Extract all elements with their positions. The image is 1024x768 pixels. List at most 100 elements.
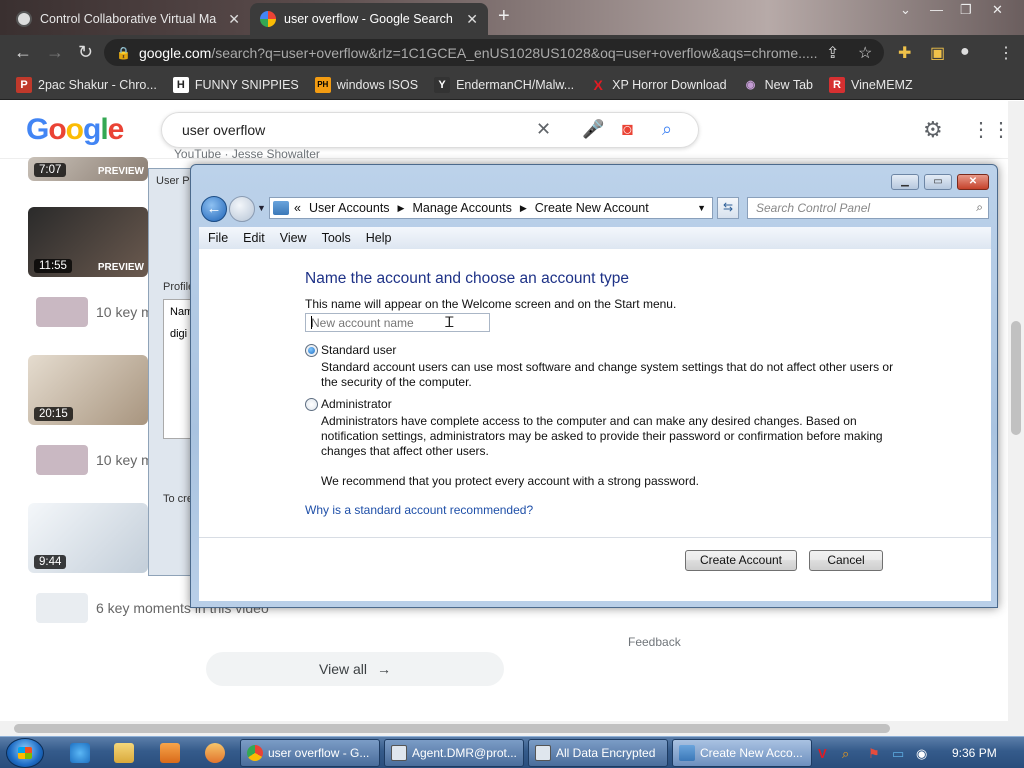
- lens-search-icon[interactable]: ◙: [622, 119, 633, 140]
- video-thumbnail[interactable]: 20:15: [28, 355, 148, 425]
- breadcrumb-create-new-account[interactable]: Create New Account: [535, 201, 649, 215]
- back-icon[interactable]: ←: [14, 42, 32, 63]
- forward-icon[interactable]: →: [46, 42, 64, 63]
- internet-explorer-icon[interactable]: [70, 743, 90, 763]
- google-logo[interactable]: Google: [26, 113, 124, 147]
- bookmark-new-tab[interactable]: ◉ New Tab: [743, 77, 813, 93]
- clock[interactable]: 9:36 PM: [952, 746, 997, 760]
- menu-tools[interactable]: Tools: [322, 231, 351, 245]
- extensions-puzzle-icon[interactable]: ✚: [898, 43, 911, 63]
- share-icon[interactable]: ⇪: [826, 43, 839, 63]
- scrollbar-thumb[interactable]: [14, 724, 890, 733]
- chrome-menu-icon[interactable]: ⋮: [998, 43, 1014, 63]
- close-tab-icon[interactable]: ✕: [228, 11, 240, 28]
- bookmark-favicon-icon: X: [593, 76, 603, 93]
- taskbar-create-new-account[interactable]: Create New Acco...: [672, 739, 812, 767]
- bookmark-2pac[interactable]: P 2pac Shakur - Chro...: [16, 76, 157, 93]
- breadcrumb-overflow[interactable]: «: [294, 201, 301, 215]
- create-account-button[interactable]: Create Account: [685, 550, 797, 571]
- video-thumbnail[interactable]: 11:55 PREVIEW: [28, 207, 148, 277]
- create-new-account-window[interactable]: ▁ ▭ ✕ ← ▼ « User Accounts ▶ Manage Accou…: [190, 164, 998, 608]
- folder-icon[interactable]: [114, 743, 134, 763]
- breadcrumb-user-accounts[interactable]: User Accounts: [309, 201, 390, 215]
- maximize-icon[interactable]: ▭: [924, 174, 952, 190]
- profile-row[interactable]: digi: [170, 328, 187, 340]
- address-bar[interactable]: 🔒 google.com /search?q=user+overflow&rlz…: [104, 39, 884, 66]
- restore-icon[interactable]: ❐: [960, 2, 972, 18]
- minimize-icon[interactable]: ▁: [891, 174, 919, 190]
- browser-tab-google-search[interactable]: user overflow - Google Search ✕: [250, 3, 488, 35]
- menu-edit[interactable]: Edit: [243, 231, 265, 245]
- taskbar-chrome[interactable]: user overflow - G...: [240, 739, 380, 767]
- reload-icon[interactable]: ↻: [78, 42, 93, 63]
- refresh-icon[interactable]: ⇆: [717, 197, 739, 219]
- tray-v-icon[interactable]: V: [818, 746, 827, 761]
- search-icon[interactable]: ⌕: [976, 200, 983, 215]
- gear-icon[interactable]: ⚙: [923, 117, 943, 143]
- profile-avatar-icon[interactable]: ●: [960, 43, 970, 61]
- browser-tab-control-collaborative[interactable]: Control Collaborative Virtual Ma ✕: [6, 3, 250, 35]
- menu-file[interactable]: File: [208, 231, 228, 245]
- administrator-radio[interactable]: [305, 398, 318, 411]
- logo-letter: o: [48, 113, 66, 146]
- breadcrumb-separator-icon[interactable]: ▶: [398, 203, 405, 214]
- taskbar: user overflow - G... Agent.DMR@prot... A…: [0, 736, 1024, 768]
- scrollbar-thumb[interactable]: [1011, 321, 1021, 435]
- taskbar-all-data-encrypted[interactable]: All Data Encrypted: [528, 739, 668, 767]
- close-icon[interactable]: ✕: [957, 174, 989, 190]
- new-tab-icon[interactable]: +: [498, 5, 510, 28]
- address-dropdown-icon[interactable]: ▼: [697, 203, 706, 213]
- forward-arrow-icon[interactable]: [229, 196, 255, 222]
- key-moments-row[interactable]: 10 key m: [36, 297, 153, 327]
- breadcrumb-manage-accounts[interactable]: Manage Accounts: [412, 201, 511, 215]
- horizontal-scrollbar[interactable]: [0, 721, 1008, 736]
- close-window-icon[interactable]: ✕: [992, 2, 1003, 18]
- account-name-input[interactable]: New account name: [305, 313, 490, 332]
- google-search-input[interactable]: user overflow ✕ 🎤 ◙ ⌕: [161, 112, 699, 148]
- bookmark-vinememz[interactable]: R VineMEMZ: [829, 76, 913, 93]
- minimize-icon[interactable]: —: [930, 2, 943, 17]
- feedback-link[interactable]: Feedback: [628, 635, 681, 649]
- side-panel-icon[interactable]: ▣: [930, 43, 945, 63]
- bookmark-xp-horror[interactable]: X XP Horror Download: [590, 76, 727, 93]
- breadcrumb[interactable]: « User Accounts ▶ Manage Accounts ▶ Crea…: [269, 197, 713, 219]
- cancel-button[interactable]: Cancel: [809, 550, 883, 571]
- taskbar-agent-dmr[interactable]: Agent.DMR@prot...: [384, 739, 524, 767]
- recent-pages-dropdown-icon[interactable]: ▼: [257, 203, 266, 213]
- why-standard-account-link[interactable]: Why is a standard account recommended?: [305, 503, 533, 517]
- key-moments-row[interactable]: 10 key m: [36, 445, 153, 475]
- password-recommendation: We recommend that you protect every acco…: [321, 474, 699, 488]
- search-control-panel-input[interactable]: Search Control Panel ⌕: [747, 197, 989, 219]
- media-player-icon[interactable]: [160, 743, 180, 763]
- voice-search-icon[interactable]: 🎤: [582, 119, 604, 140]
- bookmark-label: VineMEMZ: [851, 77, 913, 92]
- video-thumbnail[interactable]: 9:44: [28, 503, 148, 573]
- administrator-label[interactable]: Administrator: [321, 397, 392, 411]
- browser-toolbar: ← → ↻ 🔒 google.com /search?q=user+overfl…: [0, 35, 1024, 70]
- view-all-button[interactable]: View all →: [206, 652, 504, 686]
- search-icon[interactable]: ⌕: [662, 119, 672, 140]
- control-panel-icon: [273, 201, 289, 215]
- clear-search-icon[interactable]: ✕: [536, 119, 551, 140]
- back-arrow-icon[interactable]: ←: [201, 196, 227, 222]
- bookmark-windows-isos[interactable]: PH windows ISOS: [314, 76, 418, 93]
- tray-flag-icon[interactable]: ⚑: [868, 746, 880, 762]
- video-thumbnail[interactable]: 7:07 PREVIEW: [28, 157, 148, 181]
- start-button[interactable]: [6, 738, 44, 768]
- menu-view[interactable]: View: [280, 231, 307, 245]
- tray-search-icon[interactable]: ⌕: [842, 746, 849, 762]
- tray-monitor-icon[interactable]: ▭: [892, 746, 904, 762]
- tab-search-chevron-icon[interactable]: ⌄: [900, 2, 911, 18]
- tray-volume-icon[interactable]: ◉: [916, 746, 927, 762]
- close-tab-icon[interactable]: ✕: [466, 11, 478, 28]
- bookmark-funny-snippies[interactable]: H FUNNY SNIPPIES: [172, 76, 299, 93]
- breadcrumb-separator-icon[interactable]: ▶: [520, 203, 527, 214]
- lock-icon: 🔒: [116, 45, 131, 60]
- standard-user-label[interactable]: Standard user: [321, 343, 396, 357]
- standard-user-radio[interactable]: [305, 344, 318, 357]
- app-launcher-icon[interactable]: [205, 743, 225, 763]
- bookmark-star-icon[interactable]: ☆: [858, 43, 872, 63]
- vertical-scrollbar[interactable]: [1008, 101, 1024, 736]
- menu-help[interactable]: Help: [366, 231, 392, 245]
- bookmark-endermanch[interactable]: Y EndermanCH/Malw...: [434, 76, 574, 93]
